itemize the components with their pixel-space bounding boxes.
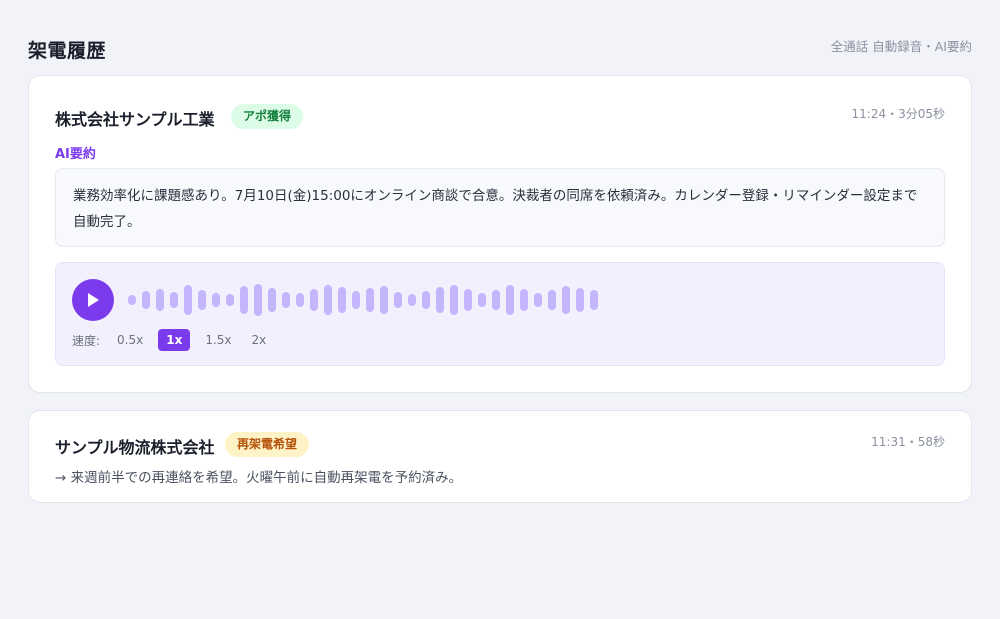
waveform-bar bbox=[282, 292, 290, 308]
waveform-bar bbox=[296, 293, 304, 307]
speed-option-0-5x[interactable]: 0.5x bbox=[112, 329, 148, 351]
page-note: 全通話 自動録音・AI要約 bbox=[830, 39, 972, 54]
page-title: 架電履歴 bbox=[28, 40, 107, 62]
waveform-bar bbox=[366, 288, 374, 312]
waveform-bar bbox=[268, 288, 276, 312]
waveform-bar bbox=[240, 286, 248, 314]
waveform-bar bbox=[506, 285, 514, 315]
waveform-bar bbox=[128, 295, 136, 305]
call-card: サンプル物流株式会社 再架電希望 11:31・58秒 → 来週前半での再連絡を希… bbox=[28, 410, 972, 503]
waveform-bar bbox=[548, 290, 556, 310]
waveform-bar bbox=[170, 292, 178, 308]
ai-summary-text: 業務効率化に課題感あり。7月10日(金)15:00にオンライン商談で合意。決裁者… bbox=[73, 188, 918, 230]
waveform-bar bbox=[464, 289, 472, 311]
waveform-bar bbox=[324, 285, 332, 315]
waveform-bar bbox=[310, 289, 318, 311]
waveform-bar bbox=[394, 292, 402, 308]
call-meta: 11:31・58秒 bbox=[871, 435, 945, 449]
waveform-bar bbox=[198, 290, 206, 310]
waveform[interactable] bbox=[128, 284, 604, 316]
waveform-bar bbox=[436, 287, 444, 313]
company-name: サンプル物流株式会社 bbox=[55, 438, 215, 457]
waveform-bar bbox=[142, 291, 150, 309]
waveform-bar bbox=[212, 293, 220, 307]
waveform-bar bbox=[478, 293, 486, 307]
waveform-bar bbox=[492, 290, 500, 310]
call-note: → 来週前半での再連絡を希望。火曜午前に自動再架電を予約済み。 bbox=[55, 470, 463, 486]
speed-option-2x[interactable]: 2x bbox=[247, 329, 272, 351]
waveform-bar bbox=[562, 286, 570, 314]
status-badge: 再架電希望 bbox=[225, 432, 310, 457]
company-name: 株式会社サンプル工業 bbox=[55, 110, 215, 129]
waveform-bar bbox=[534, 293, 542, 307]
call-card: 株式会社サンプル工業 アポ獲得 11:24・3分05秒 AI要約 業務効率化に課… bbox=[28, 75, 972, 393]
audio-player: 速度: 0.5x 1x 1.5x 2x bbox=[55, 262, 945, 366]
waveform-bar bbox=[338, 287, 346, 313]
play-icon bbox=[88, 293, 99, 307]
waveform-bar bbox=[254, 284, 262, 316]
speed-label: 速度: bbox=[72, 333, 101, 348]
ai-summary-box: 業務効率化に課題感あり。7月10日(金)15:00にオンライン商談で合意。決裁者… bbox=[55, 168, 945, 247]
waveform-bar bbox=[156, 289, 164, 311]
waveform-bar bbox=[450, 285, 458, 315]
waveform-bar bbox=[184, 285, 192, 315]
status-badge: アポ獲得 bbox=[231, 104, 304, 129]
waveform-bar bbox=[576, 288, 584, 312]
speed-option-1-5x[interactable]: 1.5x bbox=[200, 329, 236, 351]
waveform-bar bbox=[520, 289, 528, 311]
waveform-bar bbox=[352, 291, 360, 309]
call-meta: 11:24・3分05秒 bbox=[851, 107, 946, 121]
waveform-bar bbox=[422, 291, 430, 309]
waveform-bar bbox=[590, 290, 598, 310]
speed-option-1x[interactable]: 1x bbox=[158, 329, 191, 351]
waveform-bar bbox=[408, 294, 416, 306]
ai-summary-label: AI要約 bbox=[55, 147, 96, 162]
waveform-bar bbox=[226, 294, 234, 306]
play-button[interactable] bbox=[72, 279, 114, 321]
speed-controls: 速度: 0.5x 1x 1.5x 2x bbox=[72, 329, 281, 351]
waveform-bar bbox=[380, 286, 388, 314]
